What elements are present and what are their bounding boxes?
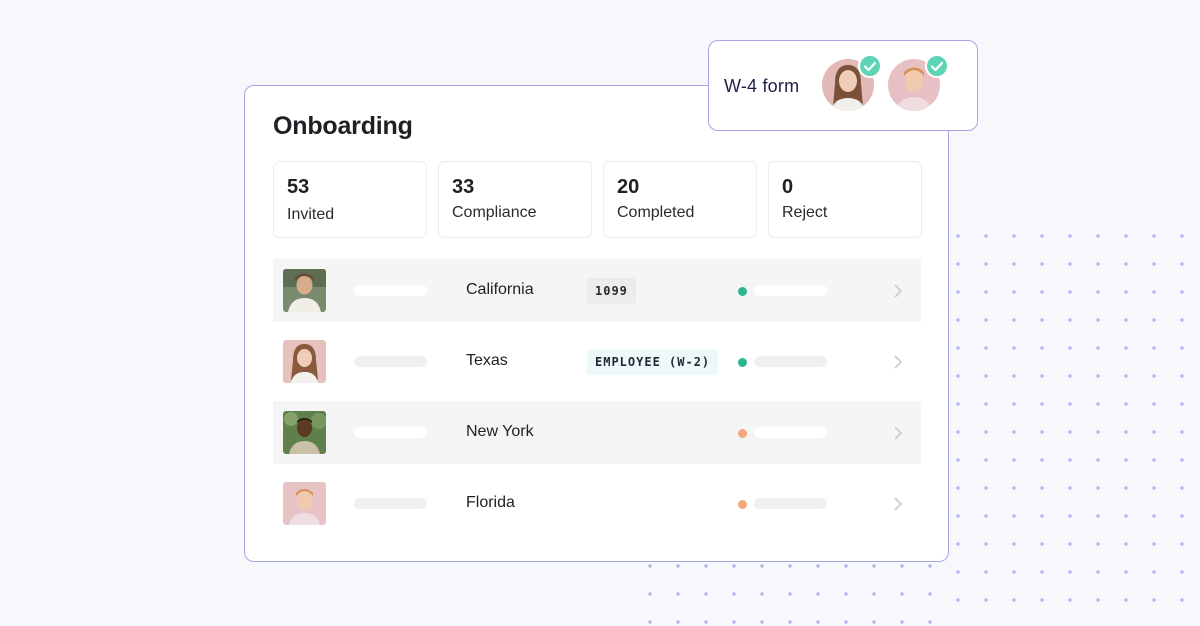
employee-list: California 1099 Texas EMPLOYEE (W-2) New… xyxy=(273,259,921,543)
dot-pattern-right xyxy=(944,222,1200,626)
list-item[interactable]: Florida xyxy=(273,472,921,535)
state-label: California xyxy=(466,281,534,298)
stat-value: 53 xyxy=(287,176,310,198)
status-dot xyxy=(738,500,747,509)
employment-type-badge: EMPLOYEE (W-2) xyxy=(587,349,719,375)
stat-label: Compliance xyxy=(452,204,537,221)
stat-value: 20 xyxy=(617,176,640,198)
stat-value: 33 xyxy=(452,176,475,198)
onboarding-card: Onboarding 53 Invited 33 Compliance 20 C… xyxy=(244,85,949,562)
avatar xyxy=(283,411,326,454)
avatar xyxy=(283,340,326,383)
chevron-right-icon[interactable] xyxy=(893,284,903,298)
name-placeholder-bar xyxy=(354,498,427,509)
form-label: W-4 form xyxy=(724,76,800,96)
avatar xyxy=(283,482,326,525)
stat-value: 0 xyxy=(782,176,794,198)
chevron-right-icon[interactable] xyxy=(893,355,903,369)
w4-form-popup[interactable]: W-4 form xyxy=(708,40,978,131)
list-item[interactable]: California 1099 xyxy=(273,259,921,322)
name-placeholder-bar xyxy=(354,356,427,367)
name-placeholder-bar xyxy=(354,427,427,438)
status-placeholder-bar xyxy=(754,427,827,438)
employment-type-badge: 1099 xyxy=(587,278,636,304)
stats-row: 53 Invited 33 Compliance 20 Completed 0 … xyxy=(273,161,922,238)
status-placeholder-bar xyxy=(754,498,827,509)
stat-completed[interactable]: 20 Completed xyxy=(603,161,757,238)
stat-invited[interactable]: 53 Invited xyxy=(273,161,427,238)
status-placeholder-bar xyxy=(754,356,827,367)
status-dot xyxy=(738,287,747,296)
stat-label: Completed xyxy=(617,204,695,221)
status-placeholder-bar xyxy=(754,285,827,296)
list-item[interactable]: Texas EMPLOYEE (W-2) xyxy=(273,330,921,393)
state-label: Texas xyxy=(466,352,508,369)
state-label: Florida xyxy=(466,494,515,511)
name-placeholder-bar xyxy=(354,285,427,296)
chevron-right-icon[interactable] xyxy=(893,426,903,440)
stat-label: Reject xyxy=(782,204,828,221)
status-dot xyxy=(738,358,747,367)
chevron-right-icon[interactable] xyxy=(893,497,903,511)
dot-pattern-bottom xyxy=(636,552,956,626)
stat-reject[interactable]: 0 Reject xyxy=(768,161,922,238)
state-label: New York xyxy=(466,423,534,440)
avatar xyxy=(283,269,326,312)
status-dot xyxy=(738,429,747,438)
stat-compliance[interactable]: 33 Compliance xyxy=(438,161,592,238)
list-item[interactable]: New York xyxy=(273,401,921,464)
page-title: Onboarding xyxy=(273,112,413,140)
check-icon xyxy=(925,54,949,78)
check-icon xyxy=(858,54,882,78)
stat-label: Invited xyxy=(287,206,335,223)
